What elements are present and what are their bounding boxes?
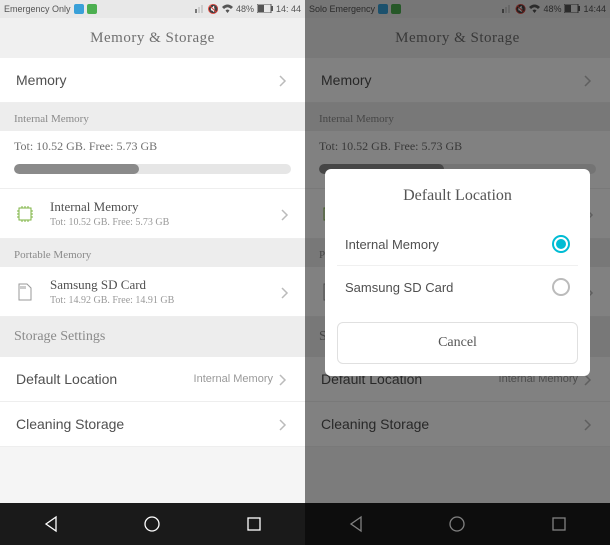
battery-pct: 48% — [543, 4, 561, 14]
notif-icon — [74, 4, 84, 14]
battery-icon — [257, 4, 273, 15]
home-button[interactable] — [141, 513, 163, 535]
page-title: Memory & Storage — [0, 18, 305, 58]
dialog-option-internal[interactable]: Internal Memory — [337, 223, 578, 266]
item-sub: Tot: 10.52 GB. Free: 5.73 GB — [50, 217, 281, 228]
row-label: Cleaning Storage — [16, 416, 279, 432]
chevron-right-icon — [281, 208, 291, 220]
back-button[interactable] — [345, 513, 367, 535]
internal-memory-item[interactable]: Internal Memory Tot: 10.52 GB. Free: 5.7… — [0, 189, 305, 239]
sdcard-item[interactable]: Samsung SD Card Tot: 14.92 GB. Free: 14.… — [0, 267, 305, 317]
chevron-right-icon — [279, 74, 289, 86]
chevron-right-icon — [584, 418, 594, 430]
wifi-icon — [222, 4, 233, 15]
network-status: Emergency Only — [4, 4, 71, 14]
default-location-row[interactable]: Default Location Internal Memory — [0, 357, 305, 402]
wifi-icon — [529, 4, 540, 15]
battery-pct: 48% — [236, 4, 254, 14]
row-label: Cleaning Storage — [321, 416, 584, 432]
page-title: Memory & Storage — [305, 18, 610, 58]
network-status: Solo Emergency — [309, 4, 375, 14]
clock: 14:44 — [583, 4, 606, 14]
row-label: Default Location — [16, 371, 194, 387]
vibrate-icon: 🔇 — [515, 4, 526, 15]
chip-icon — [14, 203, 36, 225]
clock: 14: 44 — [276, 4, 301, 14]
recent-button[interactable] — [243, 513, 265, 535]
item-title: Internal Memory — [50, 199, 281, 215]
battery-icon — [564, 4, 580, 15]
section-storage-settings: Storage Settings — [0, 317, 305, 357]
chevron-right-icon — [584, 74, 594, 86]
notif-icon — [87, 4, 97, 14]
progress-fill — [14, 164, 139, 174]
notif-icon — [378, 4, 388, 14]
notif-icon — [391, 4, 401, 14]
chevron-right-icon — [279, 373, 289, 385]
nav-bar — [305, 503, 610, 545]
memory-row[interactable]: Memory — [0, 58, 305, 103]
recent-button[interactable] — [548, 513, 570, 535]
status-bar: Emergency Only 🔇 48% 14: 44 — [0, 0, 305, 18]
row-value: Internal Memory — [194, 373, 273, 385]
storage-progress — [14, 164, 291, 174]
signal-icon — [195, 3, 205, 15]
option-label: Samsung SD Card — [345, 280, 453, 295]
cancel-button[interactable]: Cancel — [337, 322, 578, 364]
option-label: Internal Memory — [345, 237, 439, 252]
memory-row[interactable]: Memory — [305, 58, 610, 103]
memory-label: Memory — [16, 72, 279, 88]
sdcard-icon — [14, 281, 36, 303]
cleaning-storage-row[interactable]: Cleaning Storage — [305, 402, 610, 447]
default-location-dialog: Default Location Internal Memory Samsung… — [325, 169, 590, 376]
back-button[interactable] — [40, 513, 62, 535]
item-title: Samsung SD Card — [50, 277, 281, 293]
signal-icon — [502, 3, 512, 15]
dialog-option-sdcard[interactable]: Samsung SD Card — [337, 266, 578, 308]
nav-bar — [0, 503, 305, 545]
chevron-right-icon — [279, 418, 289, 430]
radio-selected-icon — [552, 235, 570, 253]
memory-label: Memory — [321, 72, 584, 88]
item-sub: Tot: 14.92 GB. Free: 14.91 GB — [50, 295, 281, 306]
cleaning-storage-row[interactable]: Cleaning Storage — [0, 402, 305, 447]
vibrate-icon: 🔇 — [208, 4, 219, 15]
radio-unselected-icon — [552, 278, 570, 296]
chevron-right-icon — [281, 286, 291, 298]
screen-left: Emergency Only 🔇 48% 14: 44 Memory & Sto… — [0, 0, 305, 545]
section-portable: Portable Memory — [0, 239, 305, 267]
section-internal: Internal Memory — [305, 103, 610, 131]
status-bar: Solo Emergency 🔇 48% 14:44 — [305, 0, 610, 18]
section-internal: Internal Memory — [0, 103, 305, 131]
home-button[interactable] — [446, 513, 468, 535]
progress-wrap — [0, 158, 305, 189]
internal-stats: Tot: 10.52 GB. Free: 5.73 GB — [0, 131, 305, 158]
internal-stats: Tot: 10.52 GB. Free: 5.73 GB — [305, 131, 610, 158]
dialog-title: Default Location — [337, 187, 578, 205]
